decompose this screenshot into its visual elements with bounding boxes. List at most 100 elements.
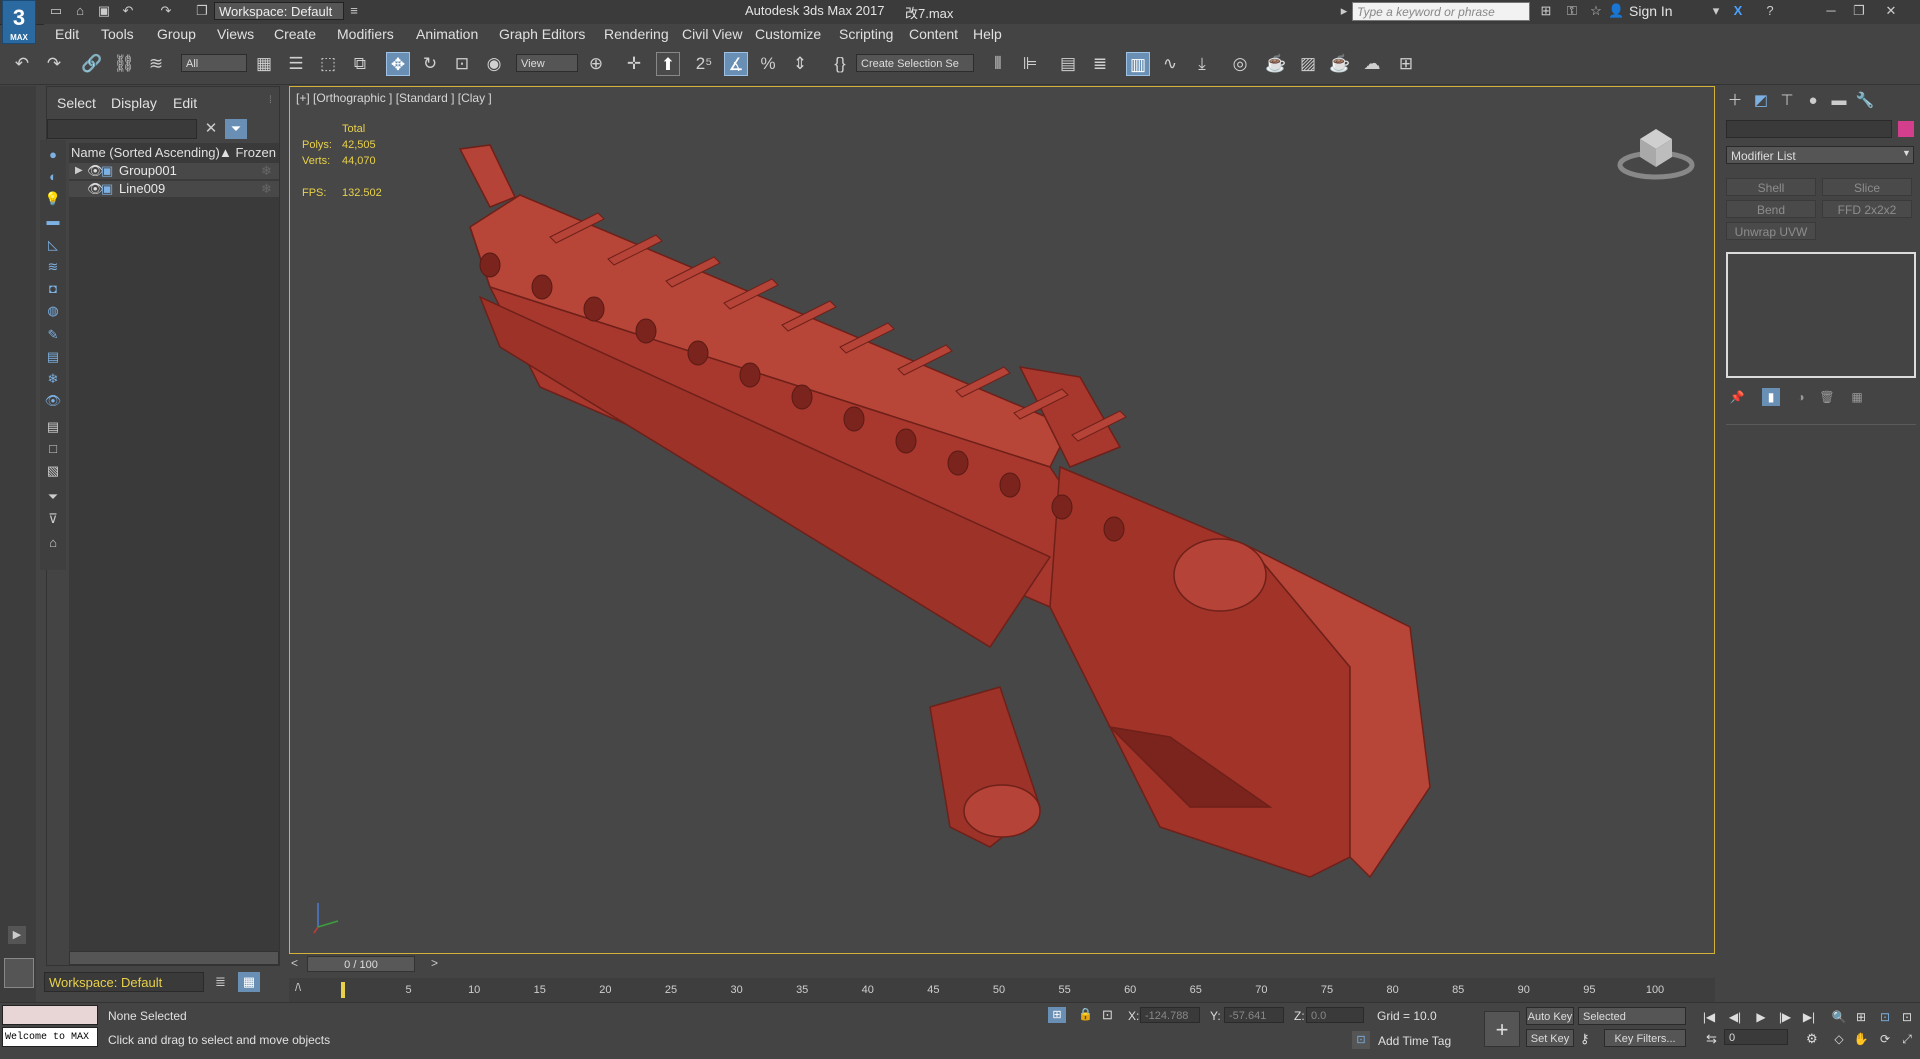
z-coordinate-field[interactable]: 0.0	[1306, 1007, 1364, 1023]
menu-animation[interactable]: Animation	[416, 26, 478, 42]
render-production-icon[interactable]: ☕	[1328, 52, 1352, 76]
go-to-start-icon[interactable]: |◀	[1700, 1009, 1718, 1025]
modifier-slice-button[interactable]: Slice	[1822, 178, 1912, 196]
viewport-layouts-icon[interactable]: ⊞	[1394, 52, 1418, 76]
modifier-list-dropdown[interactable]: Modifier List	[1726, 146, 1914, 164]
close-window-button[interactable]: ✕	[1878, 2, 1904, 20]
maxscript-output[interactable]: Welcome to MAX	[2, 1027, 98, 1047]
auto-key-button[interactable]: Auto Key	[1526, 1007, 1574, 1025]
x-coordinate-field[interactable]: -124.788	[1140, 1007, 1200, 1023]
bind-space-warp-icon[interactable]: ≋	[144, 52, 168, 76]
filter-settings-icon[interactable]: ⏷	[44, 488, 62, 506]
link-icon[interactable]: 🔗	[80, 52, 104, 76]
filter-toggle-icon[interactable]: ⊽	[44, 510, 62, 528]
column-name-header[interactable]: Name (Sorted Ascending)	[71, 145, 220, 160]
isolate-selection-icon[interactable]: ⊞	[1048, 1007, 1066, 1023]
clear-search-icon[interactable]: ✕	[201, 119, 221, 139]
named-selection-dropdown[interactable]: Create Selection Se	[856, 54, 974, 72]
modifier-ffd-button[interactable]: FFD 2x2x2	[1822, 200, 1912, 218]
save-file-icon[interactable]: ▣	[96, 3, 112, 19]
current-frame-field[interactable]: 0	[1724, 1029, 1788, 1045]
menu-group[interactable]: Group	[157, 26, 196, 42]
utilities-tab-icon[interactable]: 🔧	[1854, 90, 1876, 112]
go-to-end-icon[interactable]: ▶|	[1800, 1009, 1818, 1025]
display-groups-icon[interactable]: ◘	[44, 280, 62, 298]
select-scale-icon[interactable]: ⊡	[450, 52, 474, 76]
display-tab-icon[interactable]: ▬	[1828, 90, 1850, 112]
explorer-tab-display[interactable]: Display	[111, 95, 157, 111]
rendered-frame-window-icon[interactable]: ▨	[1296, 52, 1320, 76]
edit-named-selection-icon[interactable]: {}	[828, 52, 852, 76]
next-frame-icon[interactable]: |▶	[1776, 1009, 1794, 1025]
zoom-all-icon[interactable]: ⊞	[1852, 1009, 1870, 1025]
search-expand-icon[interactable]: ▸	[1336, 3, 1352, 19]
schematic-view-icon[interactable]: ⤓	[1190, 52, 1214, 76]
display-none-icon[interactable]: □	[44, 440, 62, 458]
explorer-tab-edit[interactable]: Edit	[173, 95, 197, 111]
favorites-star-icon[interactable]: ☆	[1588, 3, 1604, 19]
app-logo-button[interactable]: 3 MAX	[2, 0, 36, 44]
percent-snap-icon[interactable]: %	[756, 52, 780, 76]
track-bar[interactable]: /\ 5 10 15 20 25 30 35 40 45 50 55 60 65 70 75 80 85 90 95…	[289, 978, 1715, 1002]
angle-snap-icon[interactable]: ∡	[724, 52, 748, 76]
menu-edit[interactable]: Edit	[55, 26, 79, 42]
display-lights-icon[interactable]: 💡	[44, 190, 62, 208]
zoom-extents-all-icon[interactable]: ⊡	[1898, 1009, 1916, 1025]
layer-icon[interactable]: ⌂	[44, 534, 62, 552]
layer-explorer-icon[interactable]: ≣	[215, 974, 226, 990]
minimize-button[interactable]: ─	[1818, 2, 1844, 20]
unlink-icon[interactable]: ⛓	[112, 52, 136, 76]
search-input[interactable]: Type a keyword or phrase	[1352, 2, 1530, 21]
modifier-stack[interactable]	[1726, 252, 1916, 378]
orbit-icon[interactable]: ⟳	[1876, 1031, 1894, 1047]
remove-modifier-icon[interactable]: 🗑	[1818, 388, 1836, 406]
help-icon[interactable]: ?	[1762, 3, 1778, 19]
display-space-warps-icon[interactable]: ≋	[44, 258, 62, 276]
keyboard-shortcut-override-icon[interactable]: ⬆	[656, 52, 680, 76]
display-hidden-icon[interactable]: 👁	[44, 392, 62, 410]
quick-access-dropdown-icon[interactable]: ≡	[346, 3, 362, 19]
user-icon[interactable]: 👤	[1608, 3, 1624, 19]
add-time-tag-link[interactable]: Add Time Tag	[1378, 1034, 1451, 1048]
gun-model[interactable]	[290, 87, 1715, 954]
sign-in-dropdown-icon[interactable]: ▾	[1708, 3, 1724, 19]
render-in-cloud-icon[interactable]: ☁	[1360, 52, 1384, 76]
display-frozen-icon[interactable]: ❄	[44, 370, 62, 388]
modifier-bend-button[interactable]: Bend	[1726, 200, 1816, 218]
time-configuration-icon[interactable]: ⚙	[1806, 1031, 1818, 1047]
explorer-grip-icon[interactable]: ⁞	[269, 95, 272, 106]
maxscript-listener-input[interactable]	[2, 1005, 98, 1025]
display-helpers-icon[interactable]: ◺	[44, 236, 62, 254]
expand-strip-icon[interactable]: ▶	[8, 926, 26, 944]
render-setup-icon[interactable]: ☕	[1264, 52, 1288, 76]
layout-thumbnail[interactable]	[4, 958, 34, 988]
list-item[interactable]: 👁 ▣ Line009 ❄	[69, 181, 279, 197]
undo-icon[interactable]: ↶	[120, 3, 136, 19]
selection-filter-dropdown[interactable]: All	[181, 54, 247, 72]
menu-civil-view[interactable]: Civil View	[682, 26, 742, 42]
menu-customize[interactable]: Customize	[755, 26, 821, 42]
open-file-icon[interactable]: ⌂	[72, 3, 88, 19]
previous-frame-icon[interactable]: ◀|	[1726, 1009, 1744, 1025]
zoom-extents-icon[interactable]: ⊡	[1876, 1009, 1894, 1025]
mirror-icon[interactable]: ⫴	[986, 52, 1010, 76]
menu-help[interactable]: Help	[973, 26, 1002, 42]
undo-icon[interactable]: ↶	[10, 52, 34, 76]
filter-icon[interactable]: ⏷	[225, 119, 247, 139]
freeze-icon[interactable]: ❄	[261, 163, 272, 179]
freeze-icon[interactable]: ❄	[261, 181, 272, 197]
list-item[interactable]: ▶ 👁 ▣ Group001 ❄	[69, 163, 279, 179]
time-next-icon[interactable]: >	[431, 956, 438, 970]
zoom-icon[interactable]: 🔍	[1830, 1009, 1848, 1025]
column-frozen-header[interactable]: ▲ Frozen	[219, 145, 276, 160]
object-name-field[interactable]	[1726, 120, 1892, 138]
exchange-apps-icon[interactable]: X	[1730, 3, 1746, 19]
redo-icon[interactable]: ↷	[158, 3, 174, 19]
binoculars-icon[interactable]: ⊞	[1538, 3, 1554, 19]
menu-content[interactable]: Content	[909, 26, 958, 42]
time-slider[interactable]: < 0 / 100 >	[289, 954, 1715, 974]
expand-arrow-icon[interactable]: ▶	[75, 163, 83, 179]
menu-views[interactable]: Views	[217, 26, 254, 42]
selection-lock-icon[interactable]: 🔒	[1078, 1007, 1093, 1021]
object-color-swatch[interactable]	[1898, 121, 1914, 137]
